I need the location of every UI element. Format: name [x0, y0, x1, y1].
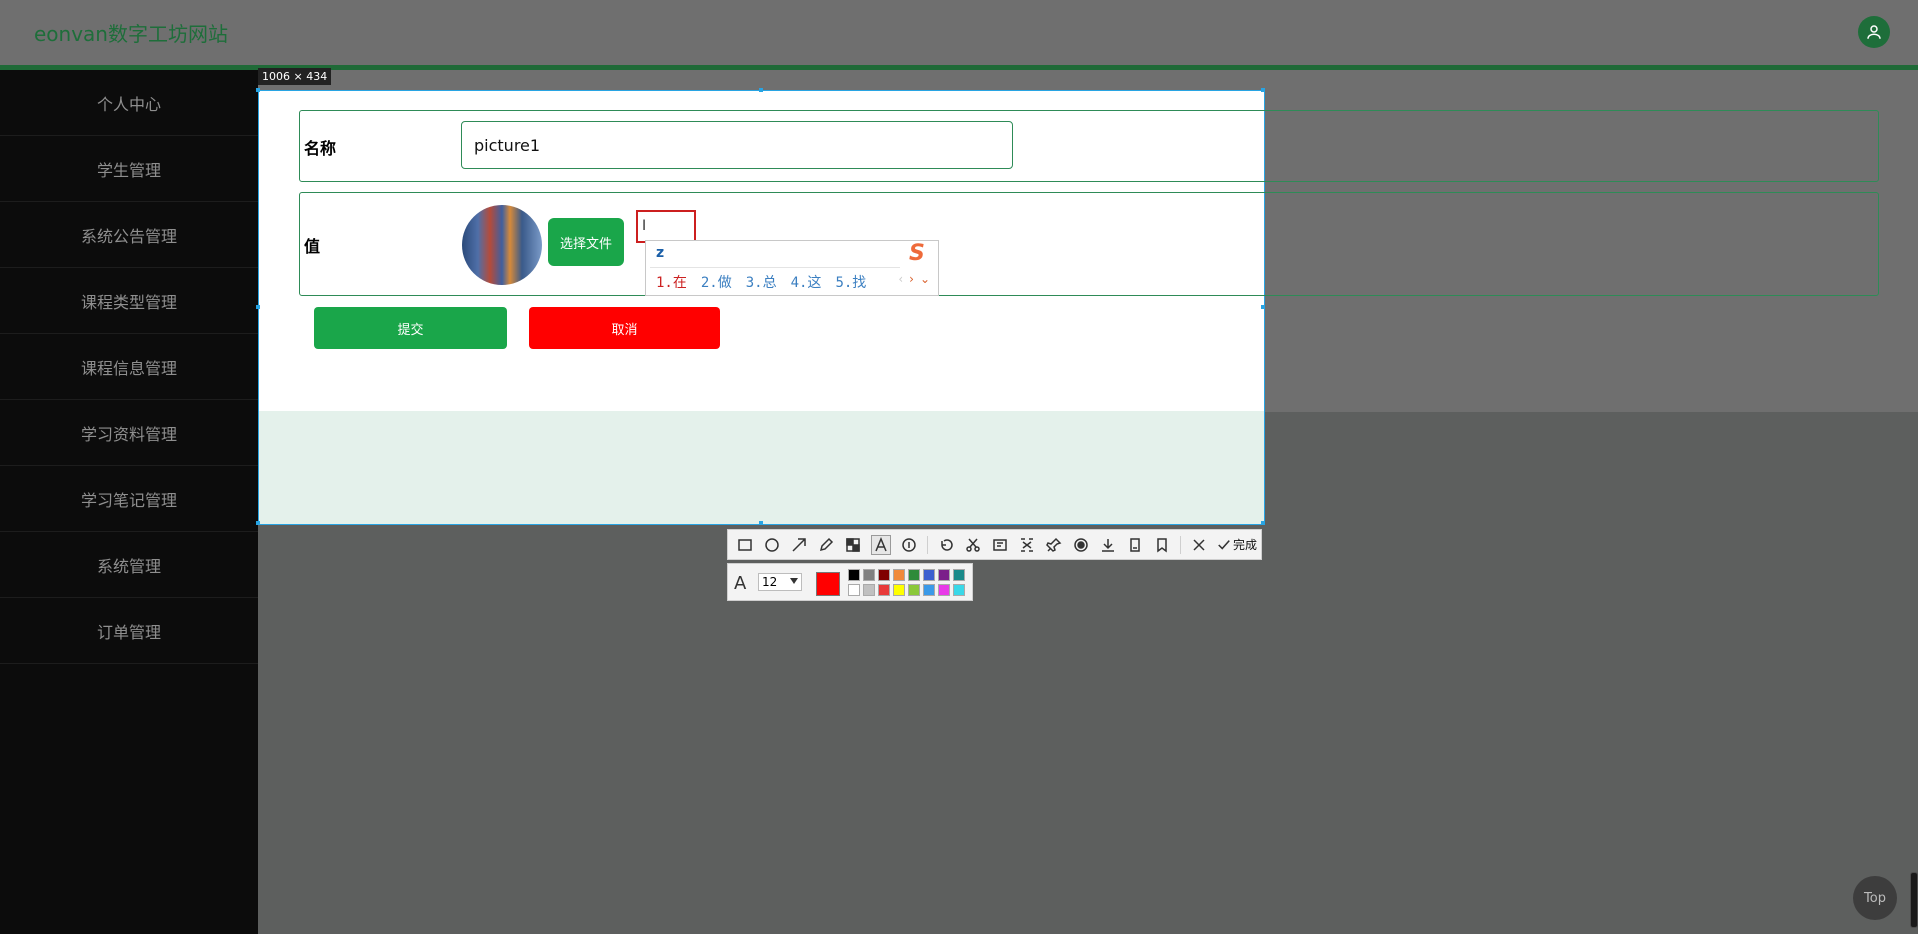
sidebar-item-notes[interactable]: 学习笔记管理: [0, 466, 258, 532]
value-label: 值: [304, 237, 321, 256]
pin-icon[interactable]: [1045, 536, 1063, 554]
ime-candidate[interactable]: 2.做: [701, 272, 732, 292]
sidebar-item-materials[interactable]: 学习资料管理: [0, 400, 258, 466]
ime-candidate[interactable]: 1.在: [656, 272, 687, 292]
color-swatch-sky[interactable]: [923, 584, 935, 596]
top-header: eonvan数字工坊网站: [0, 0, 1918, 70]
resize-handle-bl[interactable]: [256, 521, 260, 525]
rectangle-icon[interactable]: [736, 536, 754, 554]
done-label: 完成: [1233, 538, 1258, 552]
ime-expand-icon[interactable]: ⌄: [920, 272, 930, 286]
sidebar-item-announcements[interactable]: 系统公告管理: [0, 202, 258, 268]
save-icon[interactable]: [1099, 536, 1117, 554]
done-button[interactable]: 完成: [1217, 536, 1257, 553]
ellipse-icon[interactable]: [763, 536, 781, 554]
name-label: 名称: [304, 139, 337, 158]
screenshot-toolbar: 完成: [727, 529, 1262, 560]
back-to-top-button[interactable]: Top: [1853, 876, 1897, 920]
sidebar-item-system[interactable]: 系统管理: [0, 532, 258, 598]
text-icon[interactable]: [871, 534, 891, 555]
color-swatch-white[interactable]: [848, 584, 860, 596]
sidebar-item-profile[interactable]: 个人中心: [0, 70, 258, 136]
resize-handle-tl[interactable]: [256, 88, 260, 92]
sogou-logo-icon: S: [909, 241, 925, 266]
undo-icon[interactable]: [937, 536, 955, 554]
text-options-bar: A 12: [727, 563, 973, 601]
close-icon[interactable]: [1190, 536, 1208, 554]
ime-next-icon[interactable]: ›: [909, 272, 914, 286]
color-swatch-cyan[interactable]: [953, 584, 965, 596]
color-swatch-maroon[interactable]: [878, 569, 890, 581]
font-icon: A: [734, 573, 747, 594]
scrollbar[interactable]: [1910, 872, 1918, 928]
color-swatch-red[interactable]: [878, 584, 890, 596]
user-avatar-icon[interactable]: [1858, 16, 1890, 48]
choose-file-button[interactable]: 选择文件: [548, 218, 624, 266]
ime-candidate[interactable]: 3.总: [746, 272, 777, 292]
record-icon[interactable]: [1072, 536, 1090, 554]
sidebar-item-course-info[interactable]: 课程信息管理: [0, 334, 258, 400]
color-palette: [848, 569, 965, 596]
color-swatch-silver[interactable]: [863, 584, 875, 596]
resize-handle-br[interactable]: [1261, 521, 1265, 525]
color-swatch-lime[interactable]: [908, 584, 920, 596]
color-swatch-green[interactable]: [908, 569, 920, 581]
selection-size-label: 1006 × 434: [258, 68, 332, 85]
sidebar-item-orders[interactable]: 订单管理: [0, 598, 258, 664]
sidebar-item-course-types[interactable]: 课程类型管理: [0, 268, 258, 334]
selection-lower-area: [259, 411, 1264, 524]
chevron-down-icon: [790, 578, 798, 584]
color-swatch-black[interactable]: [848, 569, 860, 581]
ime-candidate-window: z S 1.在 2.做 3.总 4.这 5.找 ‹ › ⌄: [645, 240, 939, 296]
ai-cutout-icon[interactable]: [964, 536, 982, 554]
cancel-button[interactable]: 取消: [529, 307, 720, 349]
resize-handle-r[interactable]: [1261, 305, 1265, 309]
resize-handle-t[interactable]: [759, 88, 763, 92]
sidebar: 个人中心 学生管理 系统公告管理 课程类型管理 课程信息管理 学习资料管理 学习…: [0, 70, 258, 934]
ime-prev-icon[interactable]: ‹: [898, 272, 903, 286]
serial-number-icon[interactable]: [900, 536, 918, 554]
sidebar-item-students[interactable]: 学生管理: [0, 136, 258, 202]
long-screenshot-icon[interactable]: [1126, 536, 1144, 554]
color-swatch-magenta[interactable]: [938, 584, 950, 596]
site-title[interactable]: eonvan数字工坊网站: [34, 18, 228, 47]
ime-candidate[interactable]: 4.这: [791, 272, 822, 292]
arrow-icon[interactable]: [790, 536, 808, 554]
image-preview: [462, 205, 542, 285]
translate-icon[interactable]: [1018, 536, 1036, 554]
ocr-icon[interactable]: [991, 536, 1009, 554]
mosaic-icon[interactable]: [844, 536, 862, 554]
color-swatch-yellow[interactable]: [893, 584, 905, 596]
name-input[interactable]: picture1: [461, 121, 1013, 169]
ime-candidate[interactable]: 5.找: [835, 272, 866, 292]
color-swatch-teal[interactable]: [953, 569, 965, 581]
ime-composition: z: [656, 245, 665, 261]
resize-handle-tr[interactable]: [1261, 88, 1265, 92]
submit-button[interactable]: 提交: [314, 307, 507, 349]
bookmark-icon[interactable]: [1153, 536, 1171, 554]
color-swatch-blue[interactable]: [923, 569, 935, 581]
color-swatch-orange[interactable]: [893, 569, 905, 581]
current-color-swatch[interactable]: [816, 572, 840, 596]
resize-handle-b[interactable]: [759, 521, 763, 525]
font-size-select[interactable]: 12: [758, 573, 802, 591]
color-swatch-gray[interactable]: [863, 569, 875, 581]
pen-icon[interactable]: [817, 536, 835, 554]
resize-handle-l[interactable]: [256, 305, 260, 309]
text-cursor-icon: Ι: [642, 218, 647, 234]
color-swatch-purple[interactable]: [938, 569, 950, 581]
